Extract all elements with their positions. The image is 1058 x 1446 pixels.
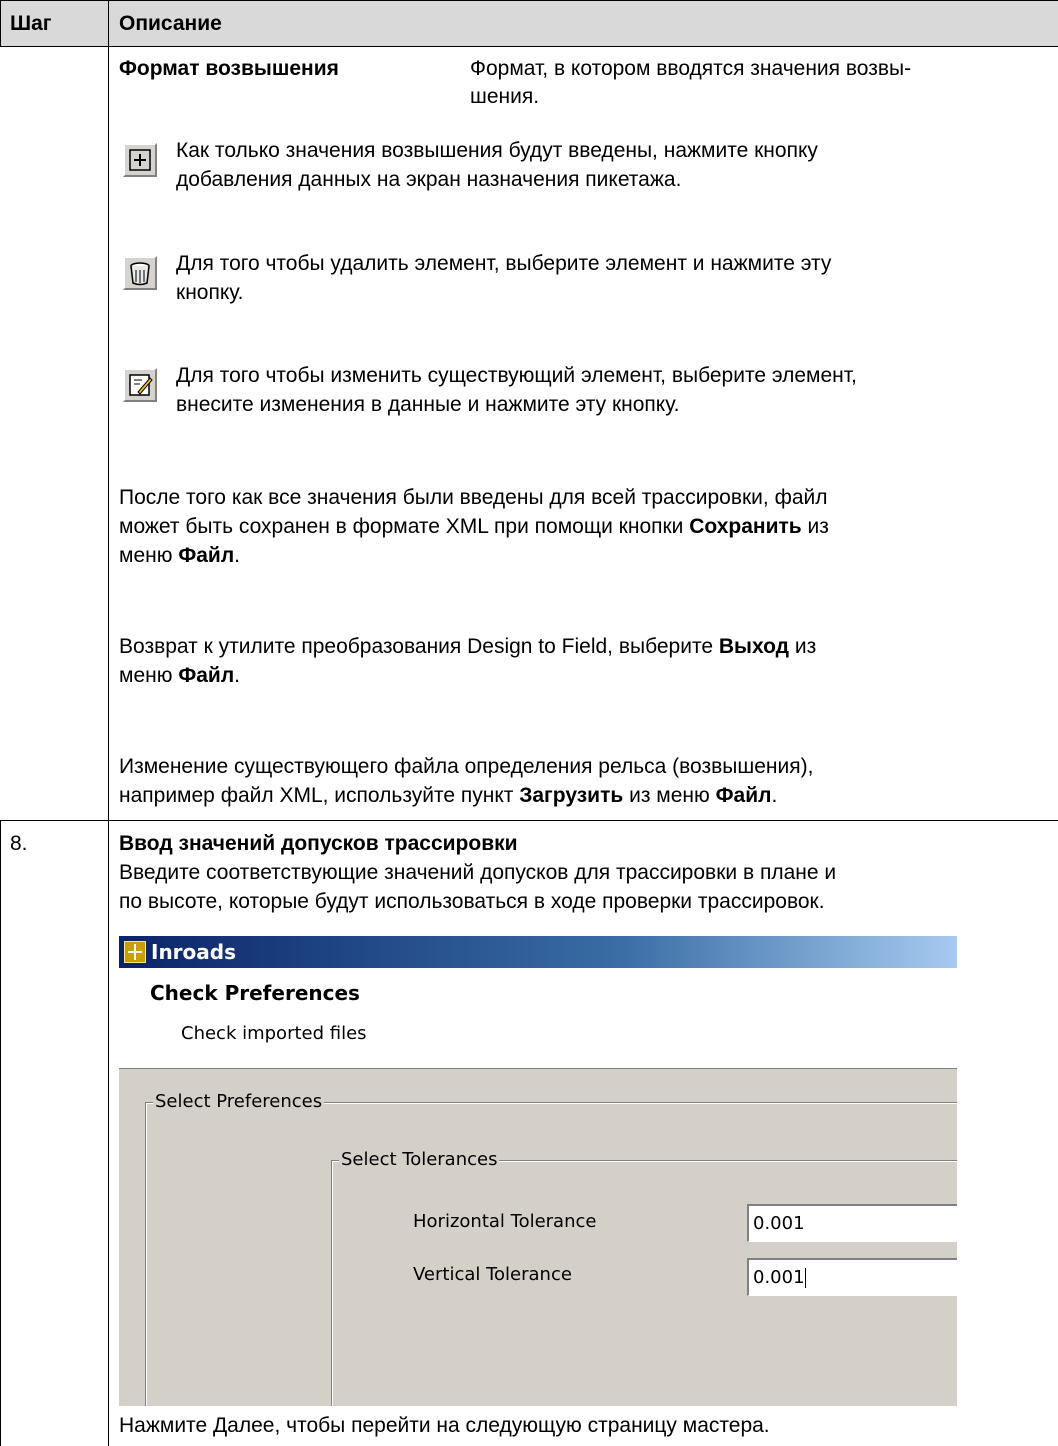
table-left-border-row8 bbox=[0, 820, 1, 1446]
header-divider bbox=[0, 46, 1058, 47]
exit-paragraph-line1: Возврат к утилите преобразования Design … bbox=[119, 635, 817, 658]
delete-button[interactable] bbox=[123, 256, 157, 290]
dialog-heading: Check Preferences bbox=[150, 981, 360, 1005]
dialog-window-title: Inroads bbox=[151, 940, 236, 964]
format-description-line2: шения. bbox=[470, 85, 540, 108]
save-paragraph-line2: может быть сохранен в формате XML при по… bbox=[119, 515, 829, 538]
load-paragraph-line2: например файл XML, используйте пункт Заг… bbox=[119, 784, 778, 807]
trash-icon bbox=[130, 262, 150, 286]
table-left-border-header bbox=[0, 0, 1, 47]
step-number: 8. bbox=[10, 832, 28, 855]
edit-text-line1: Для того чтобы изменить существующий эле… bbox=[176, 364, 857, 387]
horizontal-tolerance-field[interactable]: 0.001 bbox=[747, 1204, 957, 1242]
dialog-header-panel: Check Preferences Check imported files bbox=[119, 968, 957, 1069]
edit-icon bbox=[129, 374, 153, 396]
header-step: Шаг bbox=[10, 12, 52, 35]
row8-title: Ввод значений допусков трассировки bbox=[119, 832, 518, 855]
row8-description-line2: по высоте, которые будут использоваться … bbox=[119, 890, 825, 913]
save-paragraph-line3: меню Файл. bbox=[119, 544, 241, 567]
format-description-line1: Формат, в котором вводятся значения возв… bbox=[470, 57, 912, 80]
delete-text-line2: кнопку. bbox=[176, 281, 244, 304]
plus-icon bbox=[129, 149, 151, 171]
inroads-dialog: Inroads Check Preferences Check imported… bbox=[119, 936, 957, 1406]
delete-text-line1: Для того чтобы удалить элемент, выберите… bbox=[176, 252, 832, 275]
row8-footer: Нажмите Далее, чтобы перейти на следующу… bbox=[119, 1414, 770, 1437]
table-top-border bbox=[0, 0, 1058, 1]
exit-paragraph-line2: меню Файл. bbox=[119, 664, 241, 687]
inroads-app-icon bbox=[124, 941, 146, 963]
vertical-tolerance-field[interactable]: 0.001 bbox=[747, 1258, 957, 1296]
row8-description-line1: Введите соответствующие значений допуско… bbox=[119, 861, 837, 884]
add-button[interactable] bbox=[123, 143, 157, 177]
text-cursor bbox=[804, 1268, 806, 1288]
preferences-group-label: Select Preferences bbox=[153, 1091, 325, 1113]
row-divider bbox=[0, 820, 1058, 821]
format-label: Формат возвышения bbox=[119, 57, 339, 80]
dialog-titlebar[interactable]: Inroads bbox=[119, 936, 957, 968]
header-description: Описание bbox=[119, 12, 222, 35]
dialog-subheading: Check imported files bbox=[181, 1023, 367, 1044]
edit-text-line2: внесите изменения в данные и нажмите эту… bbox=[176, 393, 680, 416]
tolerances-group-label: Select Tolerances bbox=[339, 1149, 500, 1171]
horizontal-tolerance-label: Horizontal Tolerance bbox=[413, 1211, 597, 1232]
edit-button[interactable] bbox=[123, 368, 157, 402]
add-text-line1: Как только значения возвышения будут вве… bbox=[176, 139, 818, 162]
add-text-line2: добавления данных на экран назначения пи… bbox=[176, 168, 682, 191]
column-divider bbox=[108, 0, 109, 1446]
load-paragraph-line1: Изменение существующего файла определени… bbox=[119, 755, 814, 778]
vertical-tolerance-label: Vertical Tolerance bbox=[413, 1264, 572, 1285]
save-paragraph-line1: После того как все значения были введены… bbox=[119, 486, 828, 509]
